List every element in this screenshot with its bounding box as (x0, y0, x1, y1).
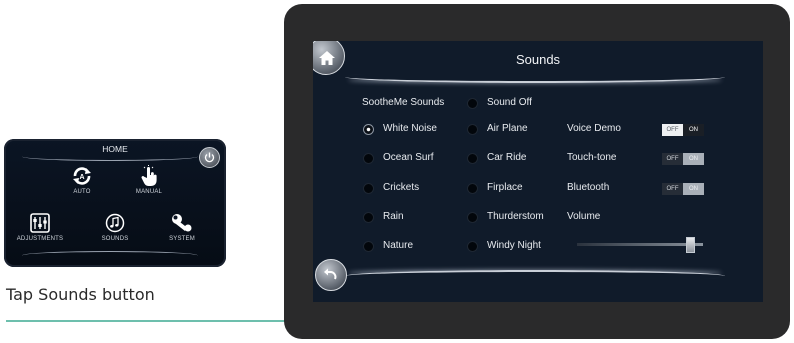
wrench-icon (152, 212, 212, 234)
setting-label-touch-tone: Touch-tone (567, 152, 617, 163)
home-manual-button[interactable]: MANUAL (119, 165, 179, 195)
sound-label: Thurderstom (487, 211, 544, 222)
toggle-off-segment: OFF (662, 153, 683, 165)
sound-radio-air-plane[interactable] (467, 124, 478, 135)
sound-radio-firplace[interactable] (467, 183, 478, 194)
home-sounds-button[interactable]: SOUNDS (85, 212, 145, 242)
auto-cycle-icon: A (52, 165, 112, 187)
sound-radio-ocean-surf[interactable] (363, 153, 374, 164)
setting-label-bluetooth: Bluetooth (567, 182, 610, 193)
bluetooth-toggle[interactable]: OFF ON (662, 183, 704, 195)
bottom-divider (345, 270, 725, 282)
sound-label: Nature (383, 240, 414, 251)
instruction-caption: Tap Sounds button (6, 285, 155, 304)
sound-label: Crickets (383, 182, 420, 193)
sound-radio-nature[interactable] (363, 241, 374, 252)
home-system-label: SYSTEM (169, 236, 195, 242)
music-note-icon (85, 212, 145, 234)
sound-label: Sound Off (487, 97, 532, 108)
back-arrow-icon (324, 268, 337, 280)
sound-radio-white-noise[interactable] (363, 124, 374, 135)
toggle-on-segment: ON (683, 183, 704, 195)
voice-demo-toggle[interactable]: OFF ON (662, 124, 704, 136)
home-adjustments-label: ADJUSTMENTS (16, 236, 64, 242)
power-icon (204, 152, 215, 163)
sound-label: Ocean Surf (383, 152, 434, 163)
toggle-off-segment: OFF (662, 124, 683, 136)
sound-label: Air Plane (487, 123, 528, 134)
toggle-on-segment: ON (683, 124, 704, 136)
touch-tone-toggle[interactable]: OFF ON (662, 153, 704, 165)
screen-title: Sounds (515, 52, 561, 67)
toggle-off-segment: OFF (662, 183, 683, 195)
sound-radio-crickets[interactable] (363, 183, 374, 194)
setting-label-voice-demo: Voice Demo (567, 123, 621, 134)
toggle-on-segment: ON (683, 153, 704, 165)
sound-radio-sound-off[interactable] (467, 98, 478, 109)
sound-radio-car-ride[interactable] (467, 153, 478, 164)
section-label: SootheMe Sounds (362, 97, 445, 108)
sound-label: Windy Night (487, 240, 541, 251)
home-panel: HOME A AUTO MANUAL ADJUSTMENTS SOUNDS SY… (4, 139, 226, 267)
home-adjustments-button[interactable]: ADJUSTMENTS (10, 212, 70, 242)
sound-label: White Noise (383, 123, 437, 134)
volume-label: Volume (567, 211, 601, 222)
sound-radio-thurderstom[interactable] (467, 212, 478, 223)
volume-slider-thumb[interactable] (686, 237, 696, 253)
home-bottom-divider (22, 251, 198, 260)
sliders-icon (10, 212, 70, 234)
home-manual-label: MANUAL (135, 189, 163, 195)
sound-label: Rain (383, 211, 404, 222)
home-sounds-label: SOUNDS (101, 236, 129, 242)
sound-label: Car Ride (487, 152, 527, 163)
home-auto-label: AUTO (73, 189, 91, 195)
title-divider (345, 71, 725, 83)
sound-radio-rain[interactable] (363, 212, 374, 223)
home-auto-button[interactable]: A AUTO (52, 165, 112, 195)
sound-radio-windy-night[interactable] (467, 241, 478, 252)
home-top-divider (22, 152, 198, 161)
home-system-button[interactable]: SYSTEM (152, 212, 212, 242)
volume-slider-track[interactable] (577, 243, 703, 246)
back-button[interactable] (315, 259, 347, 291)
power-button[interactable] (199, 147, 220, 168)
svg-text:A: A (79, 174, 84, 181)
sound-label: Firplace (487, 182, 523, 193)
sounds-screen: Sounds SootheMe Sounds White Noise Ocean… (313, 41, 763, 302)
hand-touch-icon (119, 165, 179, 187)
